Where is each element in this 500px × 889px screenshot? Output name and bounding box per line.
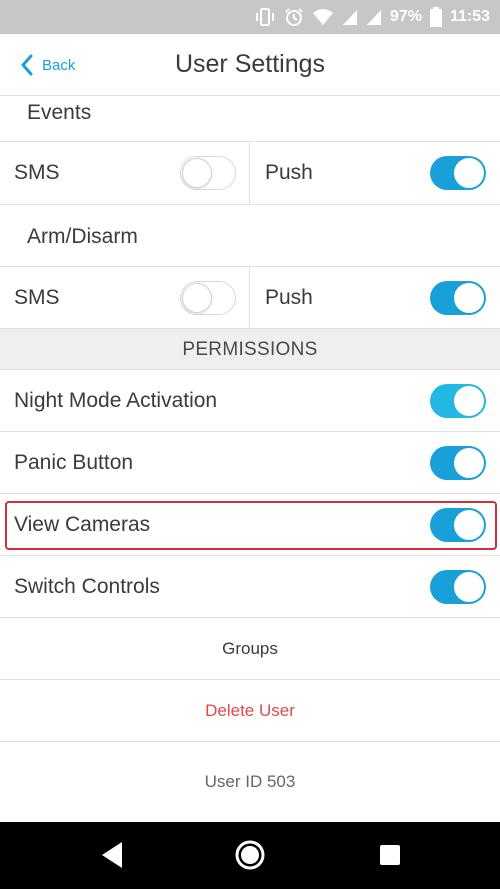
signal-icon — [342, 10, 357, 25]
events-push-toggle[interactable] — [430, 156, 486, 190]
events-label: Events — [27, 101, 92, 124]
recents-square-icon[interactable] — [378, 843, 402, 867]
clock: 11:53 — [449, 8, 490, 25]
night-mode-toggle[interactable] — [430, 384, 486, 418]
battery-percent: 97% — [389, 8, 422, 25]
permissions-header: PERMISSIONS — [0, 329, 500, 370]
switch-controls-label: Switch Controls — [14, 575, 160, 598]
permission-row-night-mode: Night Mode Activation — [0, 370, 500, 432]
panic-button-toggle[interactable] — [430, 446, 486, 480]
events-sms-label: SMS — [14, 161, 60, 184]
navigation-bar — [0, 822, 500, 889]
events-sms-toggle[interactable] — [180, 156, 236, 190]
wifi-icon — [312, 9, 333, 25]
alarm-icon — [285, 8, 303, 26]
arm-sms-cell: SMS — [0, 267, 250, 328]
signal-icon-2 — [366, 10, 381, 25]
status-icons: 97% 11:53 — [254, 0, 490, 34]
view-cameras-label: View Cameras — [14, 513, 151, 536]
vibrate-icon — [255, 8, 274, 26]
permission-row-view-cameras: View Cameras — [0, 494, 500, 556]
page-title: User Settings — [174, 50, 326, 78]
events-sms-cell: SMS — [0, 142, 250, 204]
arm-push-cell: Push — [250, 267, 500, 328]
battery-icon — [429, 7, 442, 27]
events-push-label: Push — [265, 161, 313, 184]
night-mode-label: Night Mode Activation — [14, 389, 218, 412]
section-arm-disarm: Arm/Disarm — [0, 205, 500, 267]
arm-push-label: Push — [265, 285, 313, 309]
status-bar: 97% 11:53 — [0, 0, 500, 34]
groups-button[interactable]: Groups — [0, 618, 500, 680]
back-triangle-icon[interactable] — [98, 840, 126, 870]
events-toggles-row: SMS Push — [0, 142, 500, 205]
delete-user-button[interactable]: Delete User — [0, 680, 500, 742]
panic-button-label: Panic Button — [14, 451, 134, 474]
arm-push-toggle[interactable] — [430, 281, 486, 315]
arm-disarm-label: Arm/Disarm — [27, 225, 138, 248]
user-id-text: User ID 503 — [0, 742, 500, 822]
permission-row-panic-button: Panic Button — [0, 432, 500, 494]
permission-row-switch-controls: Switch Controls — [0, 556, 500, 618]
arm-disarm-toggles-row: SMS Push — [0, 267, 500, 329]
section-events: Events — [0, 96, 500, 142]
arm-sms-label: SMS — [14, 285, 60, 309]
home-circle-icon[interactable] — [234, 839, 266, 871]
app-header: Back User Settings — [0, 34, 500, 96]
view-cameras-toggle[interactable] — [430, 508, 486, 542]
switch-controls-toggle[interactable] — [430, 570, 486, 604]
arm-sms-toggle[interactable] — [180, 281, 236, 315]
events-push-cell: Push — [250, 142, 500, 204]
